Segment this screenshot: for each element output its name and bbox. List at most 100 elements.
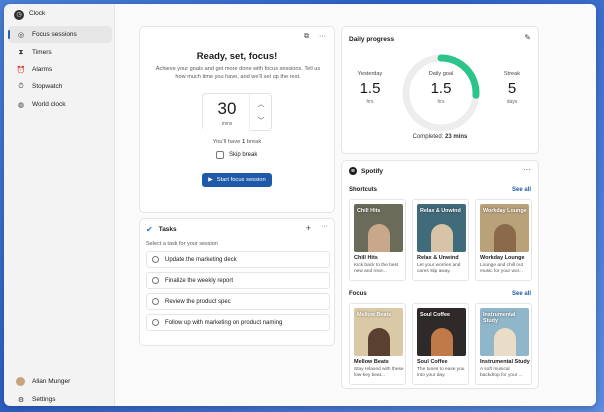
main-content: ⧉ ··· Ready, set, focus! Achieve your go… (114, 4, 596, 406)
sidebar-item-label: Focus sessions (32, 31, 77, 38)
duration-display[interactable]: 30 mins (203, 97, 251, 131)
focus-icon: ◎ (17, 31, 25, 39)
shortcuts-see-all-link[interactable]: See all (512, 187, 531, 193)
sidebar-item-label: Alarms (32, 66, 53, 73)
playlist-art: Mellow Beats (354, 308, 403, 356)
task-label: Review the product spec (165, 298, 231, 305)
checkbox[interactable] (216, 151, 224, 159)
task-radio[interactable] (152, 277, 159, 284)
daily-goal-value: 1.5 (430, 80, 452, 97)
skip-break-checkbox[interactable]: Skip break (216, 151, 257, 159)
completed-prefix: Completed: (412, 134, 445, 140)
playlist-description: Let your worries and cares slip away. (417, 263, 461, 275)
daily-goal-label: Daily goal (428, 71, 454, 77)
art-title: Mellow Beats (357, 312, 392, 318)
compact-view-icon[interactable]: ⧉ (304, 33, 309, 41)
focus-card: ⧉ ··· Ready, set, focus! Achieve your go… (139, 26, 335, 213)
playlist-description: Kick back to the best new and rece... (354, 263, 399, 275)
more-options-icon[interactable]: ··· (319, 33, 326, 41)
playlist-name: Chill Hits (354, 255, 378, 261)
task-label: Update the marketing deck (165, 256, 237, 263)
chevron-up-icon[interactable]: ︿ (250, 99, 272, 109)
skip-break-label: Skip break (229, 152, 258, 158)
todo-check-icon: ✔ (146, 225, 153, 234)
yesterday-label: Yesterday (357, 71, 383, 77)
play-icon: ▶ (208, 177, 213, 183)
streak-unit: days (506, 99, 518, 105)
sidebar: ◎ Focus sessions ⧗ Timers ⏰ Alarms ⏱ Sto… (4, 22, 114, 406)
duration-stepper[interactable]: 30 mins ︿ ﹀ (202, 93, 272, 132)
user-profile[interactable]: Allan Munger (8, 373, 112, 390)
playlist-tile[interactable]: Chill Hits Chill Hits Kick back to the b… (349, 199, 406, 281)
spotify-brand: Spotify (361, 167, 384, 175)
task-item[interactable]: Review the product spec (146, 293, 330, 310)
task-radio[interactable] (152, 256, 159, 263)
playlist-art: Relax & Unwind (417, 204, 466, 252)
add-task-icon[interactable]: + (306, 223, 311, 233)
chevron-down-icon[interactable]: ﹀ (250, 116, 272, 126)
art-title: Soul Coffee (420, 312, 450, 318)
task-item[interactable]: Update the marketing deck (146, 251, 330, 268)
focus-see-all-link[interactable]: See all (512, 291, 531, 297)
art-figure (494, 224, 516, 252)
more-options-icon[interactable]: ··· (523, 165, 531, 174)
sidebar-item-label: Timers (32, 49, 52, 56)
playlist-description: Lounge and chill out music for your wor.… (480, 263, 523, 275)
gear-icon: ⚙ (17, 396, 25, 404)
playlist-name: Workday Lounge (480, 255, 525, 261)
playlist-tile[interactable]: Workday Lounge Workday Lounge Lounge and… (475, 199, 532, 281)
yesterday-stat: Yesterday 1.5 hrs (350, 71, 390, 105)
sidebar-item-alarms[interactable]: ⏰ Alarms (8, 61, 112, 78)
streak-value: 5 (507, 80, 517, 97)
streak-label: Streak (503, 71, 521, 77)
task-radio[interactable] (152, 298, 159, 305)
sidebar-item-world-clock[interactable]: ◍ World clock (8, 96, 112, 113)
sidebar-item-stopwatch[interactable]: ⏱ Stopwatch (8, 78, 112, 95)
clock-window: ◷ Clock – □ ✕ ◎ Focus sessions ⧗ Timers … (4, 4, 596, 406)
art-figure (368, 224, 390, 252)
playlist-art: Soul Coffee (417, 308, 466, 356)
duration-value: 30 (217, 99, 237, 118)
tasks-title: Tasks (158, 226, 177, 233)
art-figure (431, 328, 453, 356)
break-text-prefix: You'll have (212, 139, 242, 145)
art-title: Chill Hits (357, 208, 381, 214)
break-info: You'll have 1 break (140, 139, 334, 145)
sidebar-item-settings[interactable]: ⚙ Settings (8, 391, 112, 406)
user-name: Allan Munger (32, 378, 71, 385)
sidebar-item-focus-sessions[interactable]: ◎ Focus sessions (8, 26, 112, 43)
playlist-tile[interactable]: Instrumental Study Instrumental Study A … (475, 303, 532, 385)
stepper-arrows: ︿ ﹀ (249, 94, 271, 132)
focus-heading: Focus (349, 291, 367, 297)
sidebar-item-timers[interactable]: ⧗ Timers (8, 44, 112, 61)
playlist-description: A soft musical backdrop for your ... (480, 367, 523, 379)
playlist-tile[interactable]: Soul Coffee Soul Coffee The tunes to eas… (412, 303, 469, 385)
focus-card-tools: ⧉ ··· (304, 33, 326, 41)
playlist-art: Instrumental Study (480, 308, 529, 356)
spotify-logo-icon: ≋ (349, 167, 357, 175)
daily-goal-unit: hrs (437, 99, 445, 105)
tasks-subtitle: Select a task for your session (146, 241, 218, 247)
daily-progress-card: Daily progress ✎ Yesterday 1.5 hrs Daily… (341, 26, 539, 154)
task-radio[interactable] (152, 319, 159, 326)
playlist-art: Workday Lounge (480, 204, 529, 252)
tasks-card: ✔ Tasks + ··· Select a task for your ses… (139, 218, 335, 346)
art-figure (368, 328, 390, 356)
task-item[interactable]: Follow up with marketing on product nami… (146, 314, 330, 331)
sidebar-item-label: World clock (32, 101, 66, 108)
playlist-tile[interactable]: Mellow Beats Mellow Beats Stay relaxed w… (349, 303, 406, 385)
art-figure (431, 224, 453, 252)
completed-text: Completed: 23 mins (342, 134, 538, 140)
globe-icon: ◍ (17, 101, 25, 109)
start-focus-button[interactable]: ▶ Start focus session (202, 173, 272, 187)
task-label: Finalize the weekly report (165, 277, 234, 284)
more-options-icon[interactable]: ··· (321, 223, 328, 233)
daily-goal-stat: Daily goal 1.5 hrs (421, 71, 461, 105)
start-focus-label: Start focus session (216, 177, 266, 183)
timer-icon: ⧗ (18, 48, 24, 56)
playlist-tile[interactable]: Relax & Unwind Relax & Unwind Let your w… (412, 199, 469, 281)
playlist-name: Soul Coffee (417, 359, 448, 365)
break-text-suffix: break (245, 139, 262, 145)
sidebar-item-label: Stopwatch (32, 83, 63, 90)
task-item[interactable]: Finalize the weekly report (146, 272, 330, 289)
